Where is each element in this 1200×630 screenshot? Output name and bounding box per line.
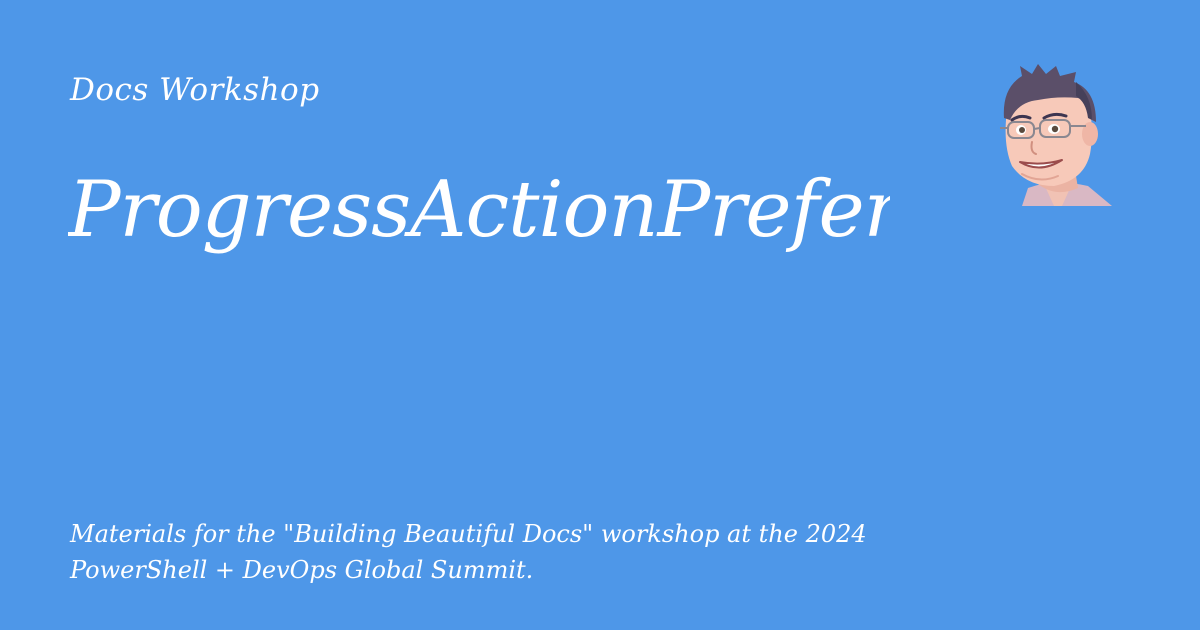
page-description: Materials for the "Building Beautiful Do… <box>70 520 867 584</box>
page-title: ProgressActionPreference <box>68 165 890 255</box>
site-name: Docs Workshop <box>70 72 320 108</box>
title-container: ProgressActionPreference <box>68 160 890 270</box>
social-card: Docs Workshop ProgressActionPreference M… <box>0 0 1200 630</box>
cartoon-avatar-icon <box>992 62 1116 206</box>
